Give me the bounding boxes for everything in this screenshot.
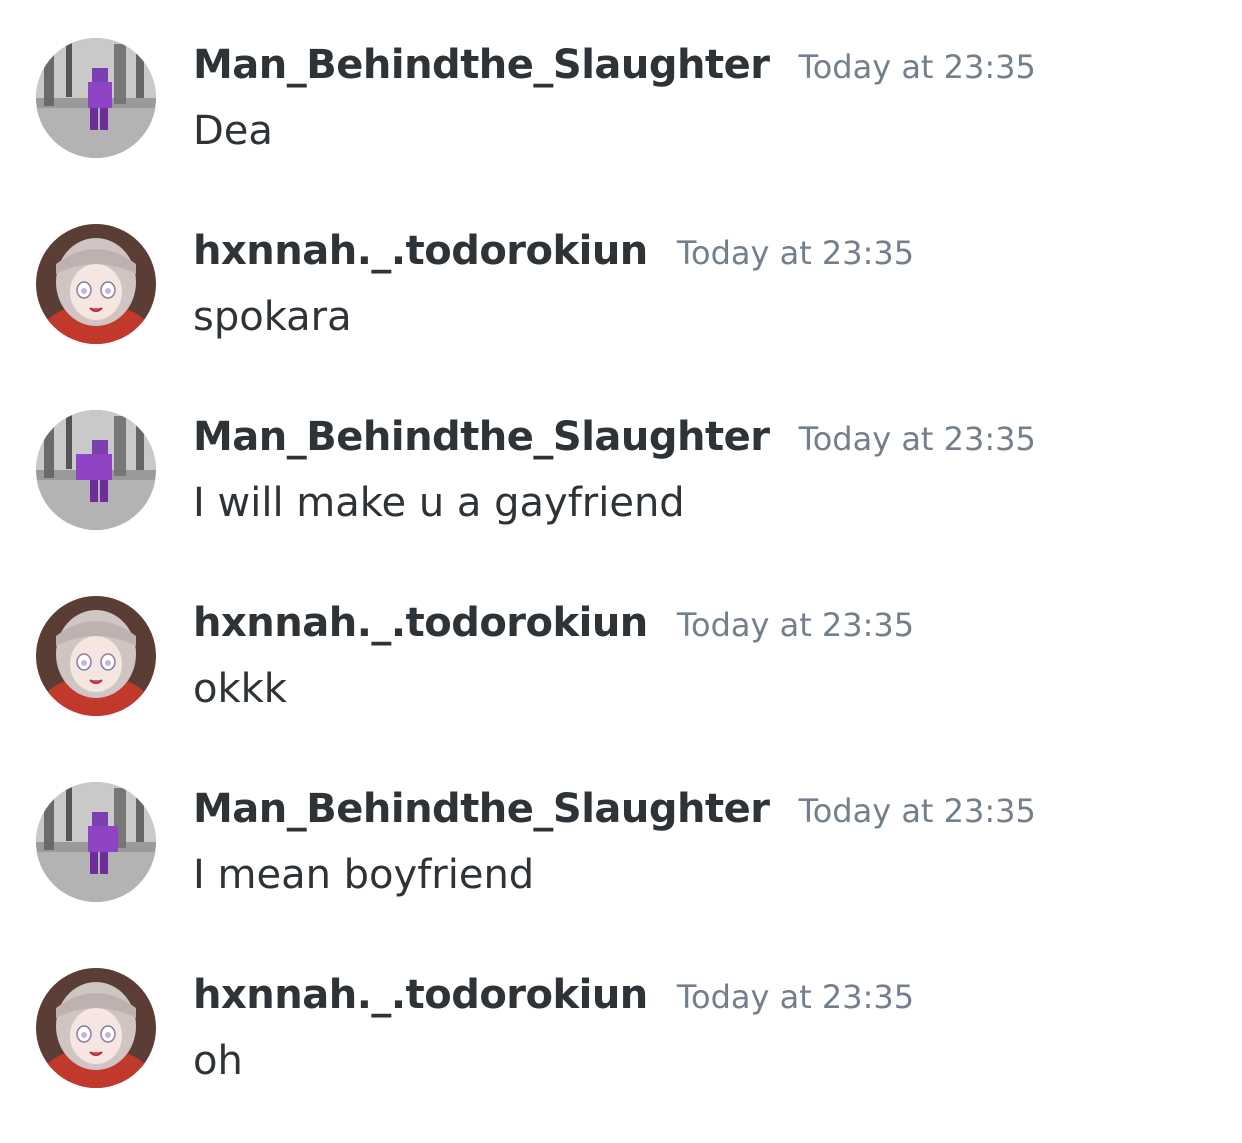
message-text: I will make u a gayfriend (193, 480, 685, 526)
roblox-avatar-icon (36, 782, 156, 902)
roblox-avatar-icon (36, 38, 156, 158)
message-author[interactable]: Man_Behindthe_Slaughter (193, 414, 770, 460)
roblox-avatar-icon (36, 410, 156, 530)
user-avatar[interactable] (36, 596, 156, 716)
anime-avatar-icon (36, 596, 156, 716)
message-author[interactable]: hxnnah._.todorokiun (193, 600, 648, 646)
message-item: hxnnah._.todorokiun Today at 23:35 okkk (0, 596, 1242, 736)
user-avatar[interactable] (36, 38, 156, 158)
user-avatar[interactable] (36, 410, 156, 530)
message-timestamp: Today at 23:35 (676, 606, 915, 644)
message-timestamp: Today at 23:35 (676, 978, 915, 1016)
user-avatar[interactable] (36, 224, 156, 344)
chat-message-list: Man_Behindthe_Slaughter Today at 23:35 D… (0, 0, 1242, 1143)
user-avatar[interactable] (36, 782, 156, 902)
message-item: Man_Behindthe_Slaughter Today at 23:35 I… (0, 782, 1242, 922)
message-text: I mean boyfriend (193, 852, 535, 898)
message-timestamp: Today at 23:35 (798, 792, 1036, 830)
message-author[interactable]: hxnnah._.todorokiun (193, 228, 648, 274)
anime-avatar-icon (36, 968, 156, 1088)
message-text: oh (193, 1038, 243, 1084)
message-item: Man_Behindthe_Slaughter Today at 23:35 I… (0, 410, 1242, 550)
message-text: Dea (193, 108, 273, 154)
message-item: hxnnah._.todorokiun Today at 23:35 oh (0, 968, 1242, 1108)
user-avatar[interactable] (36, 968, 156, 1088)
message-timestamp: Today at 23:35 (798, 420, 1036, 458)
message-timestamp: Today at 23:35 (798, 48, 1036, 86)
message-item: hxnnah._.todorokiun Today at 23:35 spoka… (0, 224, 1242, 364)
anime-avatar-icon (36, 224, 156, 344)
message-text: okkk (193, 666, 287, 712)
message-timestamp: Today at 23:35 (676, 234, 915, 272)
message-author[interactable]: hxnnah._.todorokiun (193, 972, 648, 1018)
message-text: spokara (193, 294, 352, 340)
message-author[interactable]: Man_Behindthe_Slaughter (193, 786, 770, 832)
message-item: Man_Behindthe_Slaughter Today at 23:35 D… (0, 38, 1242, 178)
message-author[interactable]: Man_Behindthe_Slaughter (193, 42, 770, 88)
